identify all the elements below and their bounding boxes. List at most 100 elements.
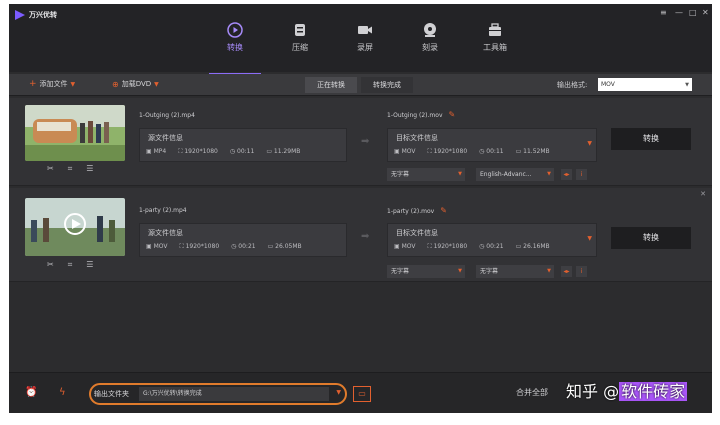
target-info-box-2: 目标文件信息 ▣ MOV ⛶ 1920*1080 ◷ 00:21 ▭ 26.16…: [387, 223, 597, 257]
effects-icon[interactable]: ☰: [86, 164, 93, 174]
subtitle-value: 无字幕: [391, 171, 410, 178]
scissors-icon[interactable]: ✂: [47, 260, 54, 270]
resolution-icon: ⛶ 1920*1080: [427, 243, 468, 250]
lightning-icon[interactable]: ϟ: [59, 387, 66, 398]
tab-convert[interactable]: 转换: [209, 22, 261, 75]
close-icon[interactable]: ✕: [702, 8, 709, 17]
logo-icon: [15, 10, 25, 20]
disc-add-icon: ⊕: [112, 79, 119, 89]
chevron-down-icon: ▼: [154, 80, 159, 88]
tab-record-label: 录屏: [357, 43, 373, 52]
thumbnail-tools-1: ✂ ⌗ ☰: [47, 164, 93, 174]
audio-select-2[interactable]: 无字幕 ▼: [476, 265, 554, 278]
tab-record[interactable]: 录屏: [339, 22, 391, 72]
scissors-icon[interactable]: ✂: [47, 164, 54, 174]
info-icon[interactable]: i: [576, 266, 587, 277]
output-folder-field[interactable]: 输出文件夹 G:\万兴优转\转换完成 ▼: [89, 383, 347, 405]
tab-converted[interactable]: 转换完成: [361, 77, 413, 93]
target-duration: 00:11: [486, 148, 504, 155]
add-file-button[interactable]: + 添加文件 ▼: [29, 79, 75, 89]
chevron-down-icon: ▼: [70, 80, 76, 88]
target-filename-text: 1-Outging (2).mov: [387, 112, 443, 119]
compare-icon[interactable]: ◂▸: [561, 266, 572, 277]
tab-compress[interactable]: 压缩: [274, 22, 326, 72]
audio-select-1[interactable]: English-Advanc... ▼: [476, 168, 554, 181]
crop-icon[interactable]: ⌗: [68, 260, 73, 270]
output-path-value[interactable]: G:\万兴优转\转换完成: [139, 387, 329, 401]
play-circle-icon: [227, 22, 243, 38]
add-file-label: 添加文件: [39, 80, 68, 88]
subtitle-select-1[interactable]: 无字幕 ▼: [387, 168, 465, 181]
toolbox-icon: [489, 23, 501, 36]
chevron-down-icon: ▼: [685, 81, 689, 88]
target-filename-1: 1-Outging (2).mov ✎: [387, 110, 455, 119]
source-info-box-2: 源文件信息 ▣ MOV ⛶ 1920*1080 ◷ 00:21 ▭ 26.05M…: [139, 223, 347, 257]
thumbnail-tools-2: ✂ ⌗ ☰: [47, 260, 93, 270]
tab-toolbox[interactable]: 工具箱: [469, 22, 521, 72]
source-info-box-1: 源文件信息 ▣ MP4 ⛶ 1920*1080 ◷ 00:11 ▭ 11.29M…: [139, 128, 347, 162]
subtitle-select-2[interactable]: 无字幕 ▼: [387, 265, 465, 278]
tab-burn[interactable]: 刻录: [404, 22, 456, 72]
compare-icon[interactable]: ◂▸: [561, 169, 572, 180]
source-duration: 00:11: [237, 148, 255, 155]
convert-button-2[interactable]: 转换: [611, 227, 691, 249]
info-icon[interactable]: i: [576, 169, 587, 180]
source-duration: 00:21: [238, 243, 256, 250]
effects-icon[interactable]: ☰: [86, 260, 93, 270]
alarm-clock-icon[interactable]: ⏰: [25, 387, 37, 398]
format-icon: ▣ MP4: [146, 148, 167, 155]
source-resolution: 1920*1080: [185, 243, 220, 250]
plus-icon: +: [29, 79, 37, 89]
source-filename-1: 1-Outging (2).mp4: [139, 112, 195, 119]
resolution-icon: ⛶ 1920*1080: [178, 148, 218, 155]
target-resolution: 1920*1080: [433, 148, 468, 155]
edit-icon[interactable]: ✎: [449, 110, 456, 119]
file-item-2: ✕ ✂ ⌗ ☰ 1-party (2).mp4 源文件信息 ▣ MOV ⛶ 19…: [9, 188, 712, 282]
watermark: 知乎 @ 软件砖家: [566, 378, 688, 402]
format-icon: ▣ MOV: [146, 243, 168, 250]
video-thumbnail-2[interactable]: [25, 198, 125, 256]
arrow-right-icon: ➡: [361, 136, 370, 147]
disc-icon: [424, 23, 436, 37]
chevron-down-icon: ▼: [547, 171, 551, 177]
source-size: 26.05MB: [275, 243, 302, 250]
app-logo: 万兴优转: [15, 10, 57, 20]
target-duration: 00:21: [486, 243, 504, 250]
source-info-title: 源文件信息: [148, 134, 183, 142]
target-size: 26.16MB: [523, 243, 550, 250]
remove-item-icon[interactable]: ✕: [700, 190, 706, 198]
source-resolution: 1920*1080: [184, 148, 218, 155]
resolution-icon: ⛶ 1920*1080: [179, 243, 220, 250]
tab-burn-label: 刻录: [422, 43, 438, 52]
target-info-title: 目标文件信息: [396, 134, 438, 142]
menu-icon[interactable]: ≡: [660, 8, 667, 17]
target-format-dropdown-icon[interactable]: ▼: [587, 140, 592, 147]
app-window: 万兴优转 ≡ — □ ✕ 转换 压缩 录屏 刻录 工具箱 + 添加文件 ▼ ⊕ …: [9, 4, 712, 413]
target-filename-text: 1-party (2).mov: [387, 208, 435, 215]
output-format-select[interactable]: MOV ▼: [598, 78, 692, 91]
folder-icon: ▭ 11.52MB: [515, 148, 550, 155]
crop-icon[interactable]: ⌗: [68, 164, 73, 174]
load-dvd-button[interactable]: ⊕ 加载DVD ▼: [112, 79, 159, 89]
chevron-down-icon[interactable]: ▼: [336, 389, 341, 396]
target-format-dropdown-icon[interactable]: ▼: [587, 235, 592, 242]
watermark-highlight: 软件砖家: [619, 382, 688, 401]
open-folder-button[interactable]: ▭: [353, 386, 371, 402]
minimize-icon[interactable]: —: [675, 8, 683, 17]
watermark-prefix: 知乎 @: [566, 382, 620, 401]
source-info-title: 源文件信息: [148, 229, 183, 237]
target-format: MOV: [401, 243, 416, 250]
output-folder-label: 输出文件夹: [94, 390, 129, 398]
video-thumbnail-1[interactable]: [25, 105, 125, 161]
maximize-icon[interactable]: □: [689, 8, 697, 17]
output-format-label: 输出格式:: [557, 81, 588, 89]
target-resolution: 1920*1080: [433, 243, 468, 250]
edit-icon[interactable]: ✎: [440, 206, 447, 215]
merge-all-label[interactable]: 合并全部: [516, 387, 548, 398]
tab-converting[interactable]: 正在转换: [305, 77, 357, 93]
app-title: 万兴优转: [29, 11, 57, 19]
convert-button-1[interactable]: 转换: [611, 128, 691, 150]
toolbar: + 添加文件 ▼ ⊕ 加载DVD ▼ 正在转换 转换完成 输出格式: MOV ▼: [9, 74, 712, 96]
tab-compress-label: 压缩: [292, 43, 308, 52]
format-icon: ▣ MOV: [394, 148, 416, 155]
